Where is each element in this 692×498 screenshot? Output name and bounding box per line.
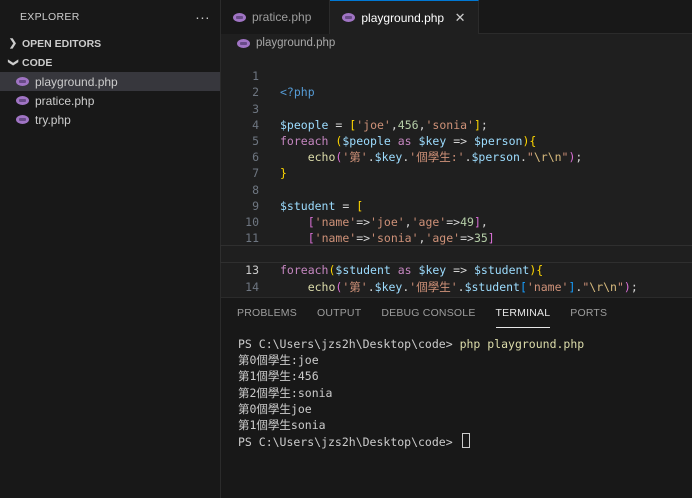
code-line: 3 $people = ['joe',456,'sonia']; xyxy=(221,84,692,132)
code-line: 14 } xyxy=(221,262,692,310)
terminal-output-line: 第1個學生sonia xyxy=(238,417,326,432)
folder-label: CODE xyxy=(22,56,53,69)
code-text: echo('第'.$key.'個學生'.$student['name']."\r… xyxy=(307,279,638,294)
chevron-down-icon: ❯ xyxy=(7,58,19,67)
code-line-current: 13 echo('第'.$key.'個學生'.$student['name'].… xyxy=(220,245,692,294)
more-actions-icon[interactable]: ··· xyxy=(195,9,210,25)
php-file-icon xyxy=(16,96,29,105)
terminal[interactable]: PS C:\Users\jzs2h\Desktop\code> php play… xyxy=(221,328,692,449)
terminal-prompt: PS C:\Users\jzs2h\Desktop\code> xyxy=(238,435,460,450)
terminal-cursor xyxy=(461,433,470,449)
code-line: 11 ]; xyxy=(221,214,692,261)
terminal-output-line: 第0個學生:joe xyxy=(238,353,319,368)
breadcrumb-file: playground.php xyxy=(256,37,336,49)
terminal-prompt-line: PS C:\Users\jzs2h\Desktop\code> xyxy=(238,433,692,449)
code-line: 9 ['name'=>'joe','age'=>49], xyxy=(221,182,692,229)
chevron-right-icon: ❯ xyxy=(8,38,18,49)
code-line: 5 echo('第'.$key.'個學生:'.$person."\r\n"); xyxy=(221,117,692,164)
close-icon[interactable]: ✕ xyxy=(452,10,468,26)
tab-debug-console[interactable]: DEBUG CONSOLE xyxy=(381,298,475,328)
open-editors-label: OPEN EDITORS xyxy=(22,37,102,50)
file-item-pratice[interactable]: pratice.php xyxy=(0,91,220,110)
explorer-title: EXPLORER xyxy=(20,11,80,23)
terminal-output-line: 第2個學生:sonia xyxy=(238,385,333,400)
terminal-command-line: PS C:\Users\jzs2h\Desktop\code> php play… xyxy=(238,336,692,352)
file-label: playground.php xyxy=(35,74,118,89)
tab-pratice[interactable]: pratice.php xyxy=(221,0,331,34)
code-line: 1 <?php xyxy=(221,52,692,99)
tab-problems[interactable]: PROBLEMS xyxy=(237,298,297,328)
folder-section[interactable]: ❯ CODE xyxy=(0,53,220,72)
file-label: try.php xyxy=(35,112,71,127)
code-line: 4 foreach ($people as $key => $person){ xyxy=(221,101,692,148)
terminal-output-line: 第0個學生joe xyxy=(238,401,312,416)
code-line: 7 xyxy=(221,149,692,180)
editor-tabs: pratice.php playground.php ✕ xyxy=(221,0,692,34)
breadcrumb[interactable]: playground.php xyxy=(221,34,692,52)
tab-label: pratice.php xyxy=(252,10,312,24)
tab-playground[interactable]: playground.php ✕ xyxy=(330,0,480,34)
code-line: 12 foreach($student as $key => $student)… xyxy=(221,230,692,277)
tab-terminal[interactable]: TERMINAL xyxy=(495,298,551,328)
php-file-icon xyxy=(16,115,29,124)
code-line: 8 $student = [ xyxy=(221,165,692,213)
php-file-icon xyxy=(16,77,29,86)
php-file-icon xyxy=(233,12,246,22)
file-item-try[interactable]: try.php xyxy=(0,110,220,129)
terminal-prompt: PS C:\Users\jzs2h\Desktop\code> xyxy=(238,337,460,351)
bottom-panel: PROBLEMS OUTPUT DEBUG CONSOLE TERMINAL P… xyxy=(221,297,692,498)
code-line: 6 } xyxy=(221,133,692,180)
open-editors-section[interactable]: ❯ OPEN EDITORS xyxy=(0,34,220,53)
explorer-sidebar: EXPLORER ··· ❯ OPEN EDITORS ❯ CODE playg… xyxy=(0,0,221,498)
explorer-header: EXPLORER ··· xyxy=(0,0,220,34)
php-file-icon xyxy=(342,13,356,22)
terminal-output-line: 第1個學生:456 xyxy=(238,369,319,384)
php-file-icon xyxy=(237,38,250,48)
tab-label: playground.php xyxy=(361,10,445,25)
tab-output[interactable]: OUTPUT xyxy=(317,298,361,328)
panel-tabs: PROBLEMS OUTPUT DEBUG CONSOLE TERMINAL P… xyxy=(221,298,692,328)
code-line: 2 xyxy=(221,68,692,99)
tab-ports[interactable]: PORTS xyxy=(570,298,607,328)
file-label: pratice.php xyxy=(35,93,95,108)
code-editor[interactable]: 1 <?php 2 3 $people = ['joe',456,'sonia'… xyxy=(220,52,692,310)
code-line: 10 ['name'=>'sonia','age'=>35] xyxy=(221,198,692,245)
terminal-command: php playground.php xyxy=(459,337,585,351)
line-number: 14 xyxy=(245,279,259,294)
file-item-playground[interactable]: playground.php xyxy=(0,72,220,91)
